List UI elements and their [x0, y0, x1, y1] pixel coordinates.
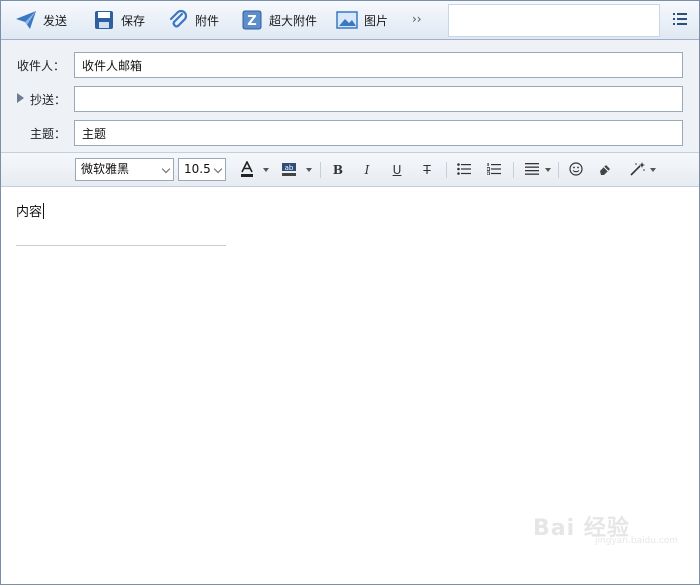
- image-button[interactable]: 图片: [336, 1, 388, 39]
- cc-input[interactable]: [74, 86, 683, 112]
- subject-input[interactable]: [74, 120, 683, 146]
- align-button[interactable]: [522, 160, 542, 180]
- bullet-list-button[interactable]: [454, 160, 474, 180]
- chevron-down-icon: [161, 164, 171, 174]
- image-icon: [336, 9, 358, 31]
- to-row: 收件人：: [1, 52, 699, 78]
- message-content[interactable]: 内容: [16, 201, 45, 220]
- more-button[interactable]: ››: [412, 12, 422, 26]
- save-label: 保存: [121, 13, 146, 28]
- header-fields: 收件人： 抄送： 主题：: [1, 40, 699, 153]
- underline-button[interactable]: U: [387, 160, 407, 180]
- separator: [513, 162, 514, 178]
- to-input[interactable]: [74, 52, 683, 78]
- expand-triangle-icon[interactable]: [17, 93, 24, 103]
- italic-button[interactable]: I: [357, 160, 377, 180]
- font-family-value: 微软雅黑: [81, 162, 130, 176]
- highlight-dropdown[interactable]: [306, 168, 312, 172]
- menu-button[interactable]: [661, 1, 699, 39]
- svg-text:ab: ab: [285, 164, 294, 172]
- toolbar-search-box[interactable]: [448, 4, 660, 37]
- align-dropdown[interactable]: [545, 168, 551, 172]
- font-color-button[interactable]: [237, 159, 257, 180]
- compose-window: 发送 保存 附件 Z 超大附件 图片 ›› 收件人： 收件人邮箱 抄送： 主题：…: [0, 0, 700, 585]
- numbered-list-icon: [486, 162, 501, 178]
- watermark-sub: jingyan.baidu.com: [595, 536, 679, 546]
- numbered-list-button[interactable]: [484, 160, 504, 180]
- send-button[interactable]: 发送: [15, 1, 67, 39]
- font-color-icon: [240, 159, 254, 180]
- cc-label: 抄送：: [30, 93, 67, 107]
- message-editor[interactable]: 内容 Bai 经验 jingyan.baidu.com: [1, 187, 699, 584]
- magic-wand-icon: [630, 161, 646, 179]
- magic-wand-dropdown[interactable]: [650, 168, 656, 172]
- separator: [446, 162, 447, 178]
- bold-button[interactable]: B: [328, 160, 348, 180]
- text-cursor: [43, 203, 45, 219]
- cc-row: 抄送：: [1, 86, 699, 112]
- separator: [558, 162, 559, 178]
- baidu-watermark: Bai 经验 jingyan.baidu.com: [533, 504, 678, 550]
- paperclip-icon: [167, 9, 189, 31]
- big-attachment-icon: Z: [241, 9, 263, 31]
- subject-label: 主题：: [30, 127, 67, 141]
- main-toolbar: 发送 保存 附件 Z 超大附件 图片 ››: [1, 1, 699, 40]
- eraser-icon: [598, 162, 612, 179]
- magic-wand-button[interactable]: [628, 160, 648, 180]
- send-label: 发送: [43, 13, 68, 28]
- separator: [320, 162, 321, 178]
- attach-button[interactable]: 附件: [167, 1, 219, 39]
- font-size-value: 10.5: [184, 162, 211, 176]
- font-family-select[interactable]: 微软雅黑: [75, 158, 174, 181]
- save-button[interactable]: 保存: [93, 1, 145, 39]
- attach-label: 附件: [195, 13, 220, 28]
- clear-format-button[interactable]: [595, 160, 615, 180]
- highlight-button[interactable]: ab: [279, 160, 299, 180]
- big-attach-label: 超大附件: [269, 13, 318, 28]
- font-color-dropdown[interactable]: [263, 168, 269, 172]
- highlight-icon: ab: [281, 162, 297, 179]
- signature-divider: [16, 245, 226, 246]
- format-toolbar: 微软雅黑 10.5 ab B I U T: [1, 153, 699, 187]
- bullet-list-icon: [457, 162, 471, 178]
- emoji-button[interactable]: [566, 160, 586, 180]
- align-icon: [525, 162, 539, 178]
- save-icon: [93, 9, 115, 31]
- font-size-select[interactable]: 10.5: [178, 158, 226, 181]
- image-label: 图片: [364, 13, 389, 28]
- list-menu-icon: [673, 12, 687, 28]
- smiley-icon: [569, 161, 583, 179]
- to-label: 收件人：: [17, 59, 66, 73]
- subject-row: 主题：: [1, 120, 699, 146]
- svg-text:Z: Z: [247, 14, 256, 29]
- content-text: 内容: [16, 205, 43, 220]
- strikethrough-button[interactable]: T: [417, 160, 437, 180]
- chevron-down-icon: [213, 164, 223, 174]
- big-attach-button[interactable]: Z 超大附件: [241, 1, 317, 39]
- send-icon: [15, 9, 37, 31]
